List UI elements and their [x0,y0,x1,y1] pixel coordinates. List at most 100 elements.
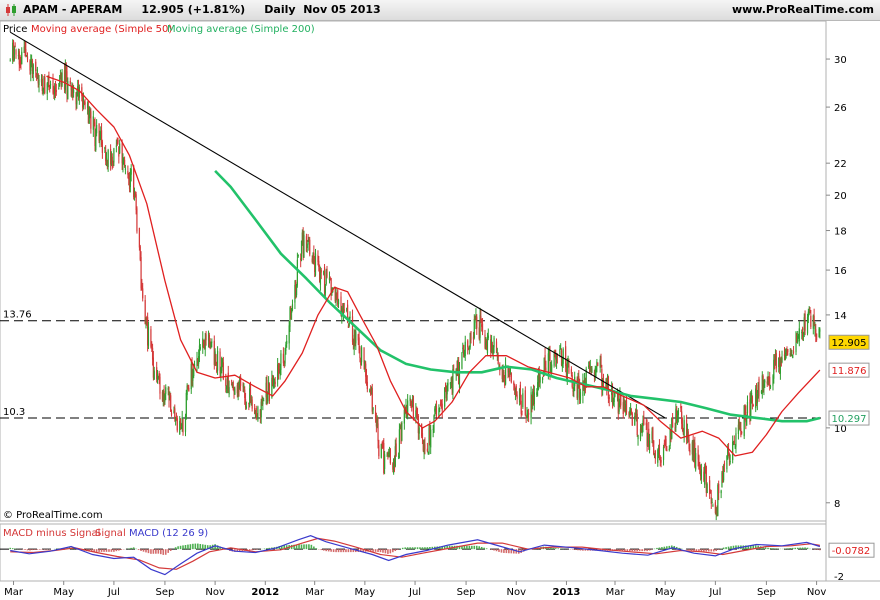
candle-body [751,396,754,403]
candle-body [700,469,702,480]
candle-body [291,304,294,311]
x-tick-label: 2012 [251,587,279,598]
candle-body [608,397,610,399]
candle-body [159,376,161,394]
candle-body [631,413,633,426]
candle-body [421,433,424,438]
y-tick-label: 22 [834,159,847,170]
candle-body [32,64,34,74]
candle-body [251,399,253,409]
candle-body [21,51,23,65]
candle-body [398,429,401,453]
candle-body [729,461,731,463]
candle-body [614,394,616,396]
candle-body [487,335,489,339]
y-tick-label: 16 [834,266,847,277]
candle-body [524,390,526,416]
candle-body [255,407,257,414]
candle-body [303,234,305,258]
candle-body [245,406,247,409]
candle-body [539,376,541,383]
x-tick-label: Nov [205,587,225,598]
candle-body [72,89,75,93]
legend-ma50: Moving average (Simple 50) [31,24,172,35]
candle-body [211,341,213,343]
x-tick-label: Nov [807,587,827,598]
candle-body [648,440,651,451]
candle-body [522,393,524,407]
candle-body [689,449,691,453]
candle-body [199,347,201,350]
y-tick-label: 8 [834,499,840,510]
candle-body [130,168,132,175]
candle-body [153,370,155,380]
candle-body [188,387,190,392]
candle-body [182,419,184,433]
candle-body [372,407,374,411]
candle-body [718,483,720,494]
candle-body [620,394,622,406]
candle-body [758,378,760,397]
candle-body [117,139,119,143]
candle-body [309,239,311,255]
candle-body [349,317,351,319]
candle-body [136,208,138,232]
candle-body [228,387,230,395]
candle-body [176,418,178,431]
level-label: 10.3 [3,407,25,418]
candle-body [320,269,322,273]
candle-body [366,381,368,390]
candle-body [792,355,794,358]
candle-body [351,316,354,343]
value-tag-label: 12.905 [832,338,867,349]
candle-body [476,316,478,329]
candle-body [562,348,564,364]
candle-body [435,406,438,417]
macd-legend-signal: Signal [95,528,126,539]
candle-body [9,60,11,62]
candle-body [306,243,308,248]
candle-body [658,443,661,456]
macd-y-label: -2 [834,572,844,583]
x-tick-label: Jul [708,587,721,598]
candle-body [424,444,426,450]
level-label: 13.76 [3,310,32,321]
candle-body [720,490,722,494]
candle-body [528,412,530,415]
legend-price: Price [3,24,27,35]
candle-body [49,84,52,86]
candle-body [769,386,772,388]
candle-body [625,400,628,413]
candle-body [735,433,737,447]
y-tick-label: 20 [834,191,847,202]
candle-body [654,451,656,459]
candle-body [324,285,326,294]
candle-body [764,380,766,383]
candle-body [314,253,317,276]
candle-body [337,299,340,305]
candle-body [461,352,463,369]
candle-body [565,346,567,367]
candle-body [653,440,655,455]
candle-body [280,353,282,371]
candle-body [360,347,363,363]
candle-body [147,326,150,346]
candle-body [58,87,60,89]
candle-body [677,410,679,416]
candle-body [695,453,697,470]
candle-body [792,351,795,353]
x-tick-label: May [355,587,376,598]
value-tag-label: 10.297 [832,414,867,425]
candle-body [119,143,121,154]
candle-body [15,50,17,55]
x-tick-label: Sep [757,587,776,598]
candle-body [769,376,771,385]
candle-body [90,111,92,129]
x-tick-label: 2013 [553,587,581,598]
candle-body [521,410,523,412]
candle-body [706,484,708,494]
candle-body [267,392,269,403]
candle-body [401,422,403,441]
candle-body [296,259,298,286]
candle-body [819,329,821,332]
